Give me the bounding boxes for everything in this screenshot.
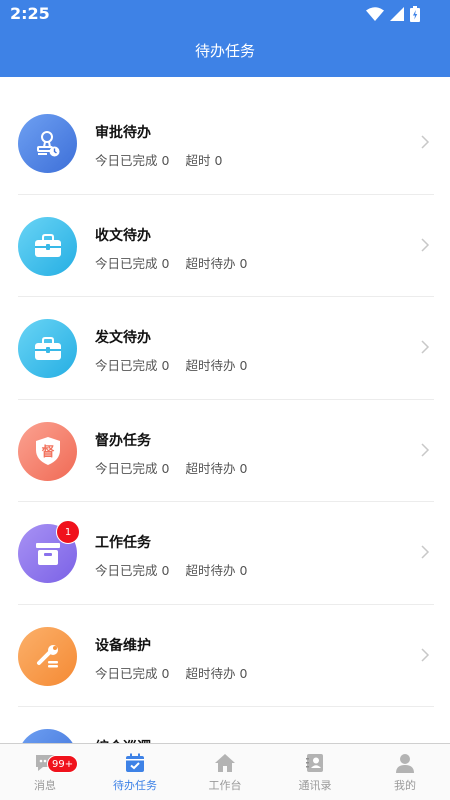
done-label: 今日已完成	[95, 563, 158, 578]
chevron-right-icon	[421, 340, 430, 354]
chevron-right-icon	[421, 647, 430, 662]
status-bar: 2:25	[0, 0, 450, 28]
task-row-approval[interactable]: 审批待办 今日已完成 0 超时 0	[0, 92, 450, 195]
notification-badge: 1	[56, 520, 80, 544]
done-count: 0	[161, 563, 170, 578]
overdue-count: 0	[214, 153, 223, 168]
done-label: 今日已完成	[95, 460, 158, 476]
tab-label: 我的	[394, 779, 416, 792]
task-title: 审批待办	[95, 125, 151, 141]
task-stats: 今日已完成 0 超时待办 0	[95, 253, 247, 272]
overdue-count: 0	[239, 460, 248, 476]
task-row-incoming-docs[interactable]: 收文待办 今日已完成 0 超时待办 0	[0, 195, 450, 297]
done-label: 今日已完成	[95, 358, 158, 373]
app-header: 2:25 待办任务	[0, 0, 450, 77]
overdue-count: 0	[239, 563, 248, 578]
tab-messages[interactable]: 消息 99+	[0, 744, 90, 800]
done-count: 0	[161, 460, 170, 476]
overdue-label: 超时待办	[185, 460, 236, 476]
status-icons	[366, 5, 420, 23]
tab-contacts[interactable]: 通讯录	[270, 744, 360, 800]
tab-label: 待办任务	[113, 779, 157, 792]
done-count: 0	[161, 665, 170, 681]
message-badge: 99+	[47, 755, 79, 773]
tab-label: 工作台	[208, 779, 242, 792]
overdue-count: 0	[239, 665, 248, 681]
signal-icon	[390, 7, 404, 21]
task-stats: 今日已完成 0 超时待办 0	[95, 458, 247, 477]
overdue-label: 超时待办	[185, 665, 236, 681]
done-count: 0	[161, 153, 170, 168]
task-stats: 今日已完成 0 超时待办 0	[95, 355, 247, 374]
page-title: 待办任务	[194, 42, 255, 60]
overdue-label: 超时	[185, 153, 211, 168]
tab-me[interactable]: 我的	[360, 744, 450, 800]
stamp-icon	[18, 114, 77, 173]
briefcase-icon	[18, 319, 77, 378]
wifi-icon	[366, 7, 384, 21]
briefcase-icon	[18, 216, 77, 276]
task-row-work[interactable]: 1 工作任务 今日已完成 0 超时待办 0	[0, 502, 450, 605]
task-list: 审批待办 今日已完成 0 超时 0 收文待办 今日已完成 0 超时待办 0 发文…	[0, 92, 450, 800]
done-label: 今日已完成	[95, 153, 158, 168]
shield-icon: 督	[18, 421, 77, 481]
task-title: 设备维护	[95, 637, 151, 654]
done-label: 今日已完成	[95, 665, 158, 681]
chevron-right-icon	[421, 442, 430, 457]
chevron-right-icon	[421, 237, 430, 252]
calendar-check-icon	[126, 753, 144, 772]
task-title: 督办任务	[95, 432, 151, 449]
tab-label: 消息	[34, 779, 56, 792]
chevron-right-icon	[421, 135, 430, 149]
task-stats: 今日已完成 0 超时待办 0	[95, 560, 247, 579]
task-row-supervision[interactable]: 督 督办任务 今日已完成 0 超时待办 0	[0, 400, 450, 502]
battery-icon	[410, 6, 420, 22]
tab-todo[interactable]: 待办任务	[90, 744, 180, 800]
overdue-label: 超时待办	[185, 358, 236, 373]
done-label: 今日已完成	[95, 255, 158, 271]
tab-label: 通讯录	[298, 779, 332, 792]
bottom-tab-bar: 消息 99+ 待办任务 工作台 通讯录 我的	[0, 743, 450, 800]
tab-workbench[interactable]: 工作台	[180, 744, 270, 800]
chevron-right-icon	[421, 545, 430, 559]
shield-icon-text: 督	[41, 444, 54, 460]
home-icon	[215, 754, 235, 772]
task-row-maintenance[interactable]: 设备维护 今日已完成 0 超时待办 0	[0, 605, 450, 707]
overdue-label: 超时待办	[185, 255, 236, 271]
task-row-outgoing-docs[interactable]: 发文待办 今日已完成 0 超时待办 0	[0, 297, 450, 400]
task-title: 发文待办	[95, 330, 151, 346]
task-title: 收文待办	[95, 227, 151, 244]
task-stats: 今日已完成 0 超时待办 0	[95, 663, 247, 682]
user-icon	[396, 754, 414, 773]
status-time: 2:25	[10, 4, 50, 23]
overdue-count: 0	[239, 255, 248, 271]
done-count: 0	[161, 255, 170, 271]
done-count: 0	[161, 358, 170, 373]
task-stats: 今日已完成 0 超时 0	[95, 150, 222, 169]
wrench-icon	[18, 626, 77, 686]
overdue-label: 超时待办	[185, 563, 236, 578]
task-title: 工作任务	[95, 535, 151, 551]
contacts-icon	[306, 754, 323, 772]
overdue-count: 0	[239, 358, 248, 373]
